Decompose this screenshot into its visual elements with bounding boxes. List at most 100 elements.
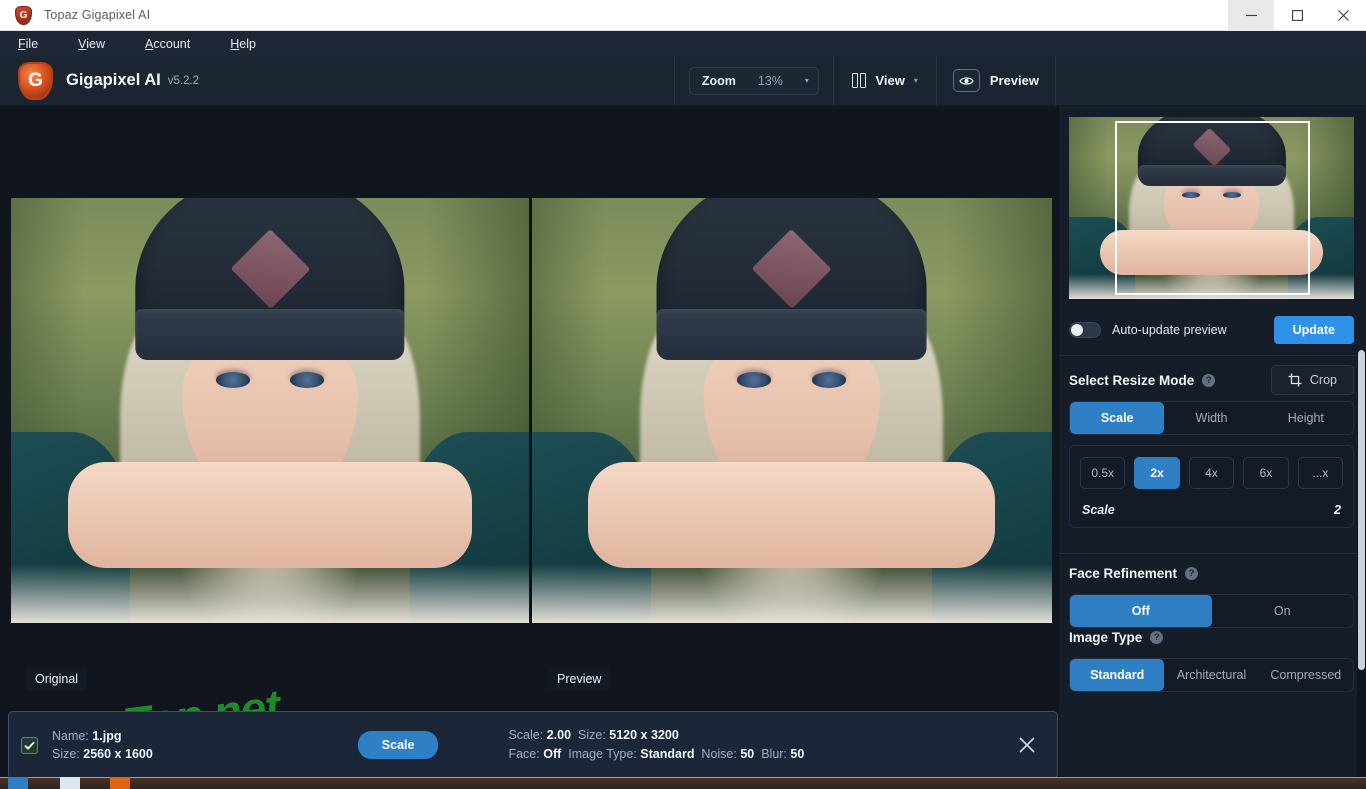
zoom-value: 13% [757, 73, 783, 88]
preview-image[interactable] [531, 198, 1052, 623]
window-title: Topaz Gigapixel AI [44, 8, 151, 22]
zoom-group: Zoom 13% ▾ [675, 66, 833, 95]
close-button[interactable] [1320, 0, 1366, 31]
arms [67, 461, 472, 568]
face-key: Face: [508, 747, 540, 761]
topaz-shield-icon: G [15, 5, 32, 25]
scale-value-label: Scale [1082, 503, 1115, 517]
chevron-down-icon[interactable]: ▾ [805, 76, 809, 85]
header-divider-4 [1055, 56, 1056, 105]
image-type-options: Standard Architectural Compressed [1069, 658, 1354, 692]
resize-mode-section: Select Resize Mode ? Crop Scale Width He… [1069, 365, 1354, 528]
tab-scale[interactable]: Scale [1070, 402, 1165, 434]
scale-chip-0.5x[interactable]: 0.5x [1080, 457, 1126, 489]
panel-divider-2 [1059, 553, 1366, 554]
zoom-label: Zoom [701, 73, 736, 88]
help-icon[interactable]: ? [1185, 566, 1199, 580]
beanie-hat [656, 198, 927, 360]
taskbar-icon-2[interactable] [60, 777, 80, 789]
file-checkbox[interactable] [21, 736, 38, 754]
settings-summary: Scale: 2.00 Size: 5120 x 3200 Face: Off … [508, 726, 804, 764]
crop-label: Crop [1309, 373, 1337, 387]
blur-value: 50 [790, 747, 805, 761]
zoom-control[interactable]: Zoom 13% ▾ [688, 66, 819, 95]
scale-chip-custom[interactable]: ...x [1297, 457, 1344, 489]
eye-right [811, 372, 847, 388]
file-info: Name: 1.jpg Size: 2560 x 1600 [52, 727, 153, 763]
tab-height[interactable]: Height [1259, 402, 1353, 434]
scale-button[interactable]: Scale [357, 731, 439, 759]
close-icon[interactable] [1019, 737, 1035, 753]
brand-logo-letter: G [28, 69, 43, 91]
scale-value-number[interactable]: 2 [1334, 503, 1341, 517]
taskbar-icon-1[interactable] [8, 777, 28, 789]
face-option-off[interactable]: Off [1070, 595, 1212, 627]
settings-line-1: Scale: 2.00 Size: 5120 x 3200 [508, 726, 804, 745]
arms [588, 461, 995, 568]
taskbar-icon-3[interactable] [110, 777, 130, 789]
panel-divider-1 [1059, 355, 1366, 356]
maximize-button[interactable] [1274, 0, 1320, 31]
compare-divider[interactable] [530, 198, 532, 623]
imagetype-value: Standard [640, 747, 695, 761]
help-icon[interactable]: ? [1150, 630, 1164, 644]
minimize-button[interactable] [1228, 0, 1274, 31]
eye-left [736, 372, 772, 388]
selection-rectangle[interactable] [1115, 121, 1310, 295]
menu-view-rest: iew [86, 36, 106, 51]
app-header: G Gigapixel AI v5.2.2 Zoom 13% ▾ View ▾ [0, 56, 1366, 106]
app-name: Gigapixel AI [66, 71, 161, 89]
crop-icon [1288, 373, 1302, 387]
image-type-architectural[interactable]: Architectural [1164, 659, 1258, 691]
menu-item-help[interactable]: Help [230, 37, 256, 51]
file-size-value: 2560 x 1600 [83, 747, 153, 761]
image-canvas[interactable] [0, 106, 1058, 706]
scale-value-row: Scale 2 [1080, 503, 1343, 517]
menu-item-view[interactable]: View [78, 37, 105, 51]
file-size-key: Size: [52, 747, 80, 761]
out-size-value: 5120 x 3200 [609, 728, 679, 743]
resize-mode-tabs: Scale Width Height [1069, 401, 1354, 435]
face-option-on[interactable]: On [1212, 595, 1354, 627]
scale-card: 0.5x 2x 4x 6x ...x Scale 2 [1069, 445, 1354, 528]
menu-bar: File View Account Help [0, 31, 1366, 56]
noise-key: Noise: [701, 747, 737, 761]
window-controls [1228, 0, 1366, 31]
auto-update-row: Auto-update preview Update [1069, 313, 1354, 347]
blur-key: Blur: [761, 747, 787, 761]
face-refinement-title: Face Refinement [1069, 565, 1178, 581]
scrollbar-thumb[interactable] [1358, 350, 1365, 670]
os-taskbar [0, 777, 1366, 789]
file-name-value: 1.jpg [92, 728, 122, 743]
help-icon[interactable]: ? [1202, 373, 1216, 387]
original-image[interactable] [11, 198, 529, 623]
header-tools: Zoom 13% ▾ View ▾ Preview [673, 56, 1056, 105]
title-bar: G Topaz Gigapixel AI [0, 0, 1366, 31]
preview-image-content [531, 198, 1052, 623]
view-group[interactable]: View ▾ [834, 73, 936, 88]
chevron-down-icon[interactable]: ▾ [914, 76, 918, 85]
scale-chip-2x[interactable]: 2x [1134, 457, 1180, 489]
image-type-header: Image Type ? [1069, 624, 1354, 650]
tab-width[interactable]: Width [1164, 402, 1258, 434]
image-type-standard[interactable]: Standard [1070, 659, 1165, 691]
crop-button[interactable]: Crop [1270, 365, 1354, 395]
panel-scrollbar[interactable] [1357, 350, 1366, 780]
hat-diamond-patch [751, 228, 832, 309]
menu-item-file[interactable]: File [18, 37, 38, 51]
eye-icon [952, 69, 980, 92]
preview-thumbnail[interactable] [1069, 117, 1354, 299]
auto-update-toggle[interactable] [1069, 322, 1101, 338]
scale-chip-4x[interactable]: 4x [1188, 457, 1235, 489]
file-name-key: Name: [52, 728, 89, 743]
image-type-compressed[interactable]: Compressed [1259, 659, 1353, 691]
settings-panel: Auto-update preview Update Select Resize… [1058, 106, 1366, 789]
preview-group[interactable]: Preview [937, 69, 1055, 92]
update-button[interactable]: Update [1273, 316, 1354, 344]
preview-label: Preview [989, 73, 1039, 88]
face-refinement-options: Off On [1069, 594, 1354, 628]
menu-item-account[interactable]: Account [145, 37, 190, 51]
preview-label-canvas: Preview [548, 667, 611, 691]
scale-chip-6x[interactable]: 6x [1243, 457, 1289, 489]
face-value: Off [543, 747, 562, 761]
